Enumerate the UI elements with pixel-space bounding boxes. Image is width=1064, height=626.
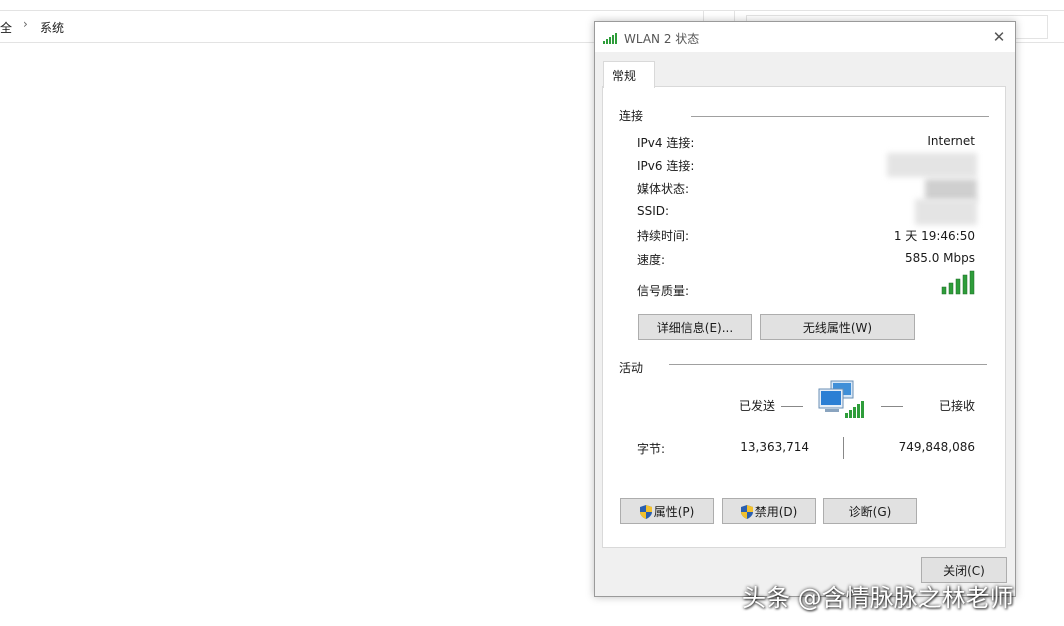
bytes-received-value: 749,848,086 xyxy=(898,440,975,454)
speed-value: 585.0 Mbps xyxy=(904,251,975,265)
disable-button[interactable]: 禁用(D) xyxy=(722,498,816,524)
properties-button[interactable]: 属性(P) xyxy=(620,498,714,524)
watermark-text: 头条 @含情脉脉之林老师 xyxy=(742,584,1014,612)
dialog-title: WLAN 2 状态 xyxy=(624,32,700,46)
breadcrumb-prev[interactable]: 安全 xyxy=(0,19,12,36)
duration-value: 1 天 19:46:50 xyxy=(893,229,975,243)
disable-button-label: 禁用(D) xyxy=(754,505,798,519)
tab-general-label: 常规 xyxy=(612,69,637,83)
connection-divider xyxy=(691,116,989,117)
wireless-properties-button[interactable]: 无线属性(W) xyxy=(760,314,915,340)
redacted-ipv6-value xyxy=(887,153,977,177)
connection-section-title: 连接 xyxy=(619,109,644,123)
dialog-titlebar[interactable]: WLAN 2 状态 ✕ xyxy=(595,22,1015,52)
tab-general[interactable]: 常规 xyxy=(603,61,655,88)
redacted-media-value xyxy=(925,179,977,201)
received-line xyxy=(881,406,903,407)
bytes-divider xyxy=(843,437,844,459)
wifi-signal-icon xyxy=(603,33,617,44)
redacted-ssid-value xyxy=(915,199,977,225)
received-label: 已接收 xyxy=(938,399,975,413)
ipv4-value: Internet xyxy=(927,134,975,148)
bytes-label: 字节: xyxy=(637,442,666,456)
wlan-status-dialog: WLAN 2 状态 ✕ 常规 连接 IPv4 连接: Internet IPv6… xyxy=(594,21,1016,597)
sent-label: 已发送 xyxy=(739,399,776,413)
properties-button-label: 属性(P) xyxy=(653,505,695,519)
ipv4-label: IPv4 连接: xyxy=(637,136,695,150)
network-computers-icon xyxy=(818,380,864,418)
bytes-sent-value: 13,363,714 xyxy=(740,440,809,454)
ssid-label: SSID: xyxy=(637,204,670,218)
uac-shield-icon xyxy=(639,505,652,519)
sent-line xyxy=(781,406,803,407)
breadcrumb-current[interactable]: 系统 xyxy=(40,19,64,36)
breadcrumb-chevron-icon: › xyxy=(23,17,28,31)
duration-label: 持续时间: xyxy=(637,229,690,243)
close-icon[interactable]: ✕ xyxy=(987,26,1011,48)
details-button[interactable]: 详细信息(E)... xyxy=(638,314,752,340)
ipv6-label: IPv6 连接: xyxy=(637,159,695,173)
activity-section-title: 活动 xyxy=(619,361,644,375)
media-status-label: 媒体状态: xyxy=(637,182,690,196)
speed-label: 速度: xyxy=(637,253,666,267)
diagnose-button[interactable]: 诊断(G) xyxy=(823,498,917,524)
uac-shield-icon xyxy=(740,505,753,519)
activity-divider xyxy=(669,364,987,365)
general-panel: 连接 IPv4 连接: Internet IPv6 连接: 媒体状态: SSID… xyxy=(602,86,1006,548)
signal-bars-icon xyxy=(941,270,975,295)
signal-quality-label: 信号质量: xyxy=(637,284,690,298)
